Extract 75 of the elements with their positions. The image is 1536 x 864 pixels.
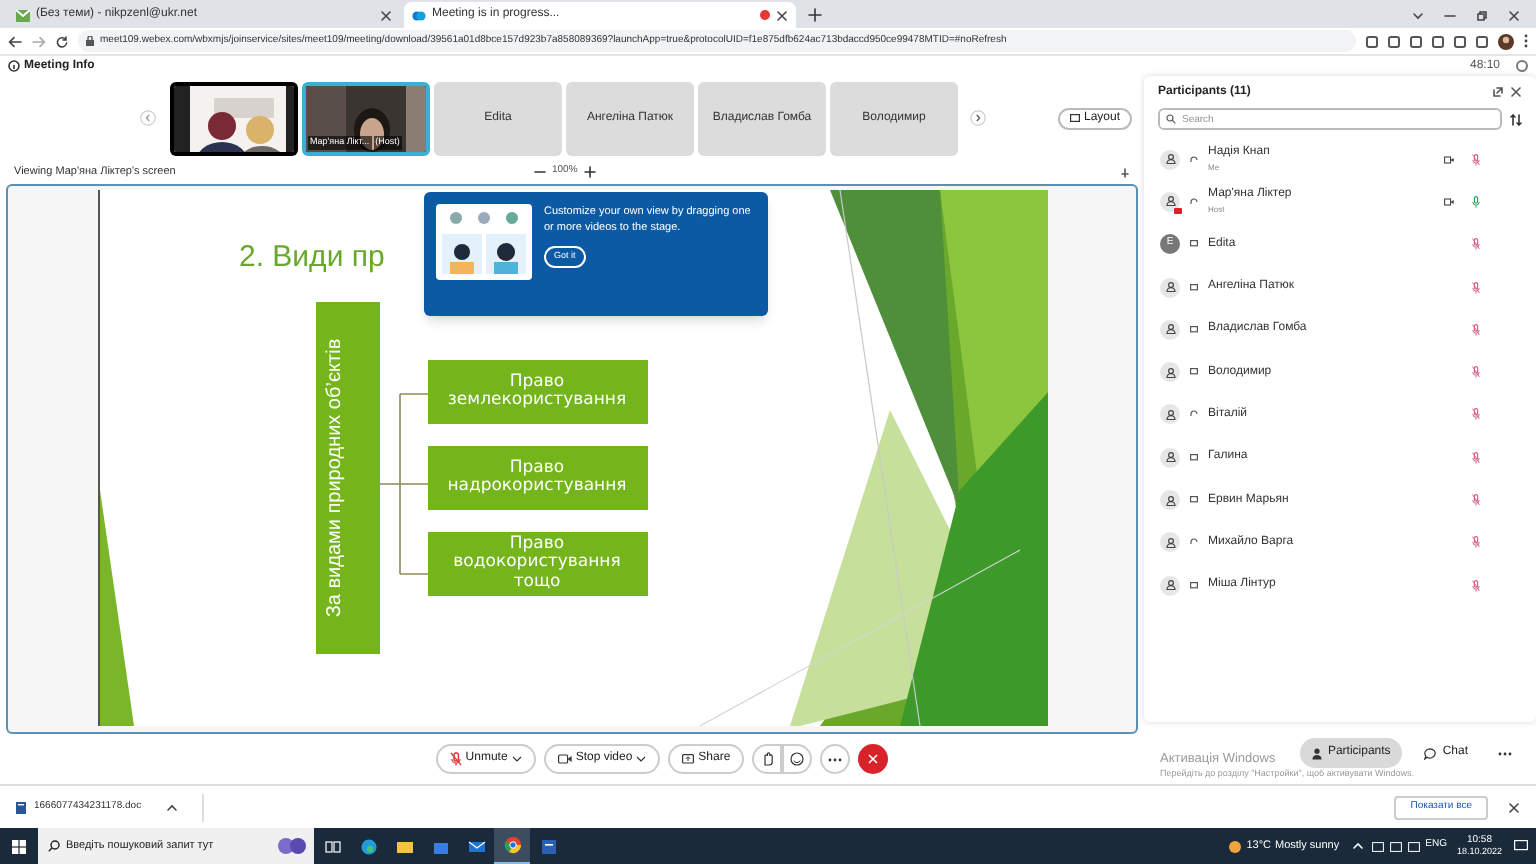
zoom-in-icon[interactable] (583, 166, 596, 178)
sort-icon[interactable] (1510, 113, 1522, 125)
chrome-icon[interactable] (503, 836, 521, 854)
mail-icon (16, 9, 30, 21)
computer-icon (1190, 325, 1198, 334)
task-view-icon[interactable] (323, 837, 341, 855)
caret-icon (511, 756, 522, 762)
close-icon (868, 754, 879, 764)
close-icon[interactable] (1510, 86, 1522, 98)
chat-icon (1424, 747, 1437, 759)
search-icon (48, 840, 60, 852)
person-icon (1165, 409, 1175, 420)
pop-out-icon[interactable] (1492, 86, 1504, 98)
weather-icon[interactable] (1228, 839, 1243, 853)
info-icon (8, 60, 20, 72)
zoom-out-icon[interactable] (534, 166, 546, 178)
meeting-icon (412, 9, 426, 21)
person-icon (1165, 282, 1175, 293)
category-item: Право водокористування тощо (427, 532, 647, 596)
reload-icon[interactable] (56, 35, 68, 47)
person-icon (1165, 367, 1175, 378)
chevron-up-icon[interactable] (165, 801, 178, 813)
video-layout-drawing (436, 204, 532, 280)
computer-icon (1190, 368, 1198, 377)
screen-icon (682, 754, 695, 764)
document-icon (16, 801, 26, 813)
close-icon[interactable] (380, 9, 392, 21)
person-icon (1165, 537, 1175, 548)
chevron-down-icon[interactable] (1412, 10, 1424, 22)
person-icon (1165, 196, 1175, 207)
layout-icon (1069, 114, 1080, 122)
raise-hand-button[interactable] (752, 744, 783, 774)
avatar-icon[interactable] (1498, 33, 1514, 49)
search-icon (1166, 114, 1176, 124)
new-tab-icon[interactable] (808, 8, 822, 22)
document-icon[interactable] (539, 837, 557, 855)
back-icon[interactable] (8, 35, 22, 47)
folder-icon[interactable] (395, 837, 413, 855)
computer-icon (1190, 581, 1198, 590)
person-icon (1165, 452, 1175, 463)
muted-microphone-icon (449, 752, 462, 766)
category-item: Право землекористування (427, 360, 647, 424)
edge-icon[interactable] (359, 837, 377, 855)
hand-icon (761, 752, 774, 766)
category-item: Право надрокористування (427, 446, 647, 510)
close-icon[interactable] (776, 9, 788, 21)
headset-icon (1190, 410, 1198, 419)
computer-icon (1190, 240, 1198, 249)
computer-icon (1190, 283, 1198, 292)
headset-icon (1190, 155, 1198, 164)
person-icon (1165, 324, 1175, 335)
category-label: За видами природних об’єктів (323, 336, 347, 622)
caret-icon (636, 756, 647, 762)
leave-meeting-button[interactable] (858, 744, 889, 774)
mail-icon[interactable] (467, 837, 485, 855)
restore-icon[interactable] (1476, 10, 1488, 22)
lock-icon (86, 36, 94, 46)
windows-icon[interactable] (12, 839, 26, 853)
person-icon (1311, 747, 1322, 759)
slide-title: 2. Види пр (239, 238, 385, 278)
reactions-button[interactable] (782, 744, 813, 774)
close-icon[interactable] (1508, 10, 1520, 22)
person-icon (1165, 154, 1175, 165)
person-icon (1165, 495, 1175, 506)
headset-icon (1190, 197, 1198, 206)
minimize-icon[interactable] (1444, 10, 1456, 22)
video-tile[interactable] (170, 81, 298, 155)
scroll-right-button[interactable] (970, 110, 986, 126)
computer-icon (1190, 496, 1198, 505)
close-icon[interactable] (1508, 801, 1520, 813)
butterfly-icon (278, 836, 306, 856)
headset-icon (1190, 538, 1198, 547)
person-icon (1165, 580, 1175, 591)
computer-icon (1190, 453, 1198, 462)
smiley-icon (790, 752, 805, 766)
